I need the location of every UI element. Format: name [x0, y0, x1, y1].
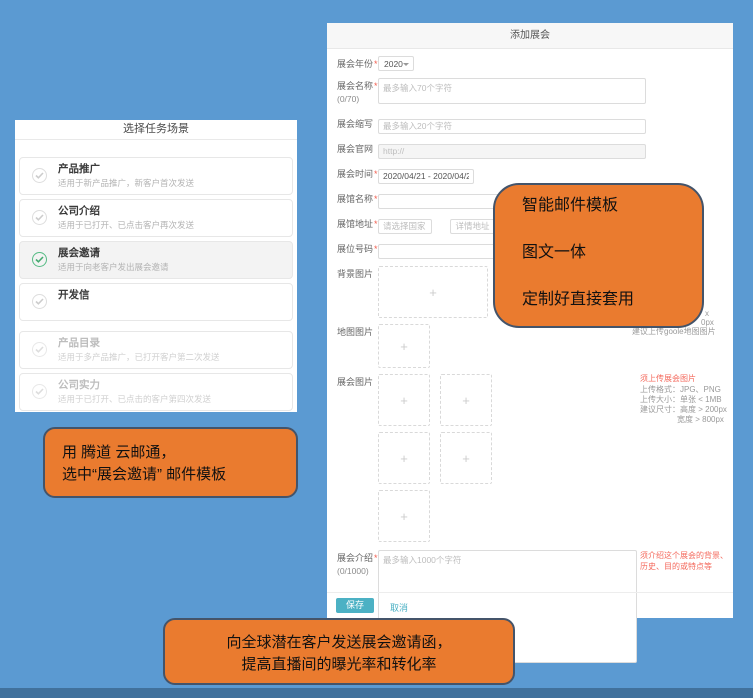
field-expo-time: 展会时间*	[337, 166, 733, 184]
scenario-item-subtitle: 适用于已打开、已点击客户再次发送	[58, 219, 292, 231]
add-expo-form: 展会年份* 2020 展会名称* (0/70) 展会缩写 展会官网	[327, 49, 733, 663]
plus-icon: +	[400, 339, 408, 354]
save-button[interactable]: 保存	[336, 598, 374, 613]
expo-image-upload-4[interactable]: +	[440, 432, 492, 484]
field-expo-name: 展会名称* (0/70)	[337, 78, 733, 109]
year-select-value: 2020	[384, 59, 403, 69]
field-expo-website: 展会官网	[337, 141, 733, 159]
expo-image-upload-2[interactable]: +	[440, 374, 492, 426]
callout-line: 选中“展会邀请” 邮件模板	[62, 464, 296, 486]
scenario-item-title: 开发信	[58, 289, 292, 302]
scenario-panel-title: 选择任务场景	[15, 120, 297, 140]
scenario-item-subtitle: 适用于多产品推广，已打开客户第二次发送	[58, 351, 292, 363]
char-counter: (0/1000)	[337, 566, 378, 577]
scenario-item-company-strength[interactable]: 公司实力 适用于已打开、已点击的客户第四次发送	[19, 373, 293, 411]
required-asterisk: *	[374, 553, 378, 563]
field-expo-images: 展会图片 + + + + + 须上传展会图片 上传格式：JPG、PNG 上传大小…	[337, 374, 733, 548]
scenario-item-title: 公司实力	[58, 379, 292, 392]
callout-line: 图文一体	[522, 245, 702, 261]
scenario-item-title: 展会邀请	[58, 247, 292, 260]
field-label: 展会年份	[337, 59, 373, 69]
expo-image-hint-title: 须上传展会图片	[640, 374, 735, 384]
hint-fragment: x	[705, 309, 709, 318]
field-label: 展馆地址	[337, 219, 373, 229]
field-label: 展会图片	[337, 377, 373, 387]
required-asterisk: *	[374, 219, 378, 229]
callout-line: 用 腾道 云邮通，	[62, 442, 296, 464]
callout-instruction: 用 腾道 云邮通， 选中“展会邀请” 邮件模板	[43, 427, 298, 498]
hint-line: 建议尺寸：高度 > 200px	[640, 405, 735, 415]
field-label: 背景图片	[337, 269, 373, 279]
required-asterisk: *	[374, 194, 378, 204]
required-asterisk: *	[374, 59, 378, 69]
required-asterisk: *	[374, 169, 378, 179]
field-label: 展会名称	[337, 81, 373, 91]
bg-image-upload[interactable]: +	[378, 266, 488, 318]
scenario-item-subtitle: 适用于向老客户发出展会邀请	[58, 261, 292, 273]
field-expo-abbr: 展会缩写	[337, 116, 733, 134]
chevron-down-icon	[403, 63, 409, 66]
callout-line: 提高直播间的曝光率和转化率	[165, 654, 513, 676]
cancel-button[interactable]: 取消	[390, 601, 408, 614]
hint-line: 宽度 > 800px	[640, 415, 735, 425]
callout-template-features: 智能邮件模板 图文一体 定制好直接套用	[493, 183, 704, 328]
scenario-item-title: 产品目录	[58, 337, 292, 350]
scenario-item-dev-letter[interactable]: 开发信	[19, 283, 293, 321]
check-icon	[32, 294, 47, 309]
check-icon	[32, 168, 47, 183]
scenario-panel: 选择任务场景 产品推广 适用于新产品推广，新客户首次发送 公司介绍 适用于已打开…	[15, 120, 297, 412]
hint-line: 上传大小：单张 < 1MB	[640, 395, 735, 405]
field-expo-year: 展会年份* 2020	[337, 56, 733, 71]
expo-time-input[interactable]	[378, 169, 474, 184]
modal-title: 添加展会	[327, 23, 733, 49]
hint-line: 上传格式：JPG、PNG	[640, 385, 735, 395]
check-icon	[32, 384, 47, 399]
expo-image-upload-1[interactable]: +	[378, 374, 430, 426]
callout-benefit: 向全球潜在客户发送展会邀请函， 提高直播间的曝光率和转化率	[163, 618, 515, 685]
scenario-item-title: 产品推广	[58, 163, 292, 176]
scenario-item-subtitle: 适用于已打开、已点击的客户第四次发送	[58, 393, 292, 405]
required-asterisk: *	[374, 81, 378, 91]
year-select[interactable]: 2020	[378, 56, 414, 71]
expo-image-grid: + + + + +	[378, 374, 554, 548]
callout-line: 定制好直接套用	[522, 292, 702, 308]
field-label: 展会缩写	[337, 119, 373, 129]
scenario-item-product-catalog[interactable]: 产品目录 适用于多产品推广，已打开客户第二次发送	[19, 331, 293, 369]
scenario-list: 产品推广 适用于新产品推广，新客户首次发送 公司介绍 适用于已打开、已点击客户再…	[15, 140, 297, 411]
field-label: 展会时间	[337, 169, 373, 179]
plus-icon: +	[400, 393, 408, 408]
check-icon	[32, 342, 47, 357]
scenario-item-company-intro[interactable]: 公司介绍 适用于已打开、已点击客户再次发送	[19, 199, 293, 237]
scenario-item-expo-invite[interactable]: 展会邀请 适用于向老客户发出展会邀请	[19, 241, 293, 279]
scenario-item-subtitle: 适用于新产品推广，新客户首次发送	[58, 177, 292, 189]
expo-website-input[interactable]	[378, 144, 646, 159]
expo-name-input[interactable]	[378, 78, 646, 104]
expo-image-upload-5[interactable]: +	[378, 490, 430, 542]
bottom-accent-bar	[0, 688, 753, 698]
check-icon	[32, 210, 47, 225]
plus-icon: +	[400, 509, 408, 524]
plus-icon: +	[462, 393, 470, 408]
expo-abbr-input[interactable]	[378, 119, 646, 134]
country-select-input[interactable]	[378, 219, 432, 234]
map-image-upload[interactable]: +	[378, 324, 430, 368]
callout-line: 向全球潜在客户发送展会邀请函，	[165, 632, 513, 654]
scenario-item-product-promo[interactable]: 产品推广 适用于新产品推广，新客户首次发送	[19, 157, 293, 195]
plus-icon: +	[400, 451, 408, 466]
plus-icon: +	[429, 285, 437, 300]
expo-image-upload-3[interactable]: +	[378, 432, 430, 484]
expo-image-hints: 须上传展会图片 上传格式：JPG、PNG 上传大小：单张 < 1MB 建议尺寸：…	[640, 374, 735, 548]
required-asterisk: *	[374, 244, 378, 254]
field-label: 展会官网	[337, 144, 373, 154]
check-icon-selected	[32, 252, 47, 267]
field-label: 展馆名称	[337, 194, 373, 204]
plus-icon: +	[462, 451, 470, 466]
modal-footer: 保存 取消	[327, 592, 733, 618]
callout-line: 智能邮件模板	[522, 198, 702, 214]
scenario-item-title: 公司介绍	[58, 205, 292, 218]
char-counter: (0/70)	[337, 94, 378, 105]
field-label: 展位号码	[337, 244, 373, 254]
field-label: 地图图片	[337, 327, 373, 337]
field-label: 展会介绍	[337, 553, 373, 563]
